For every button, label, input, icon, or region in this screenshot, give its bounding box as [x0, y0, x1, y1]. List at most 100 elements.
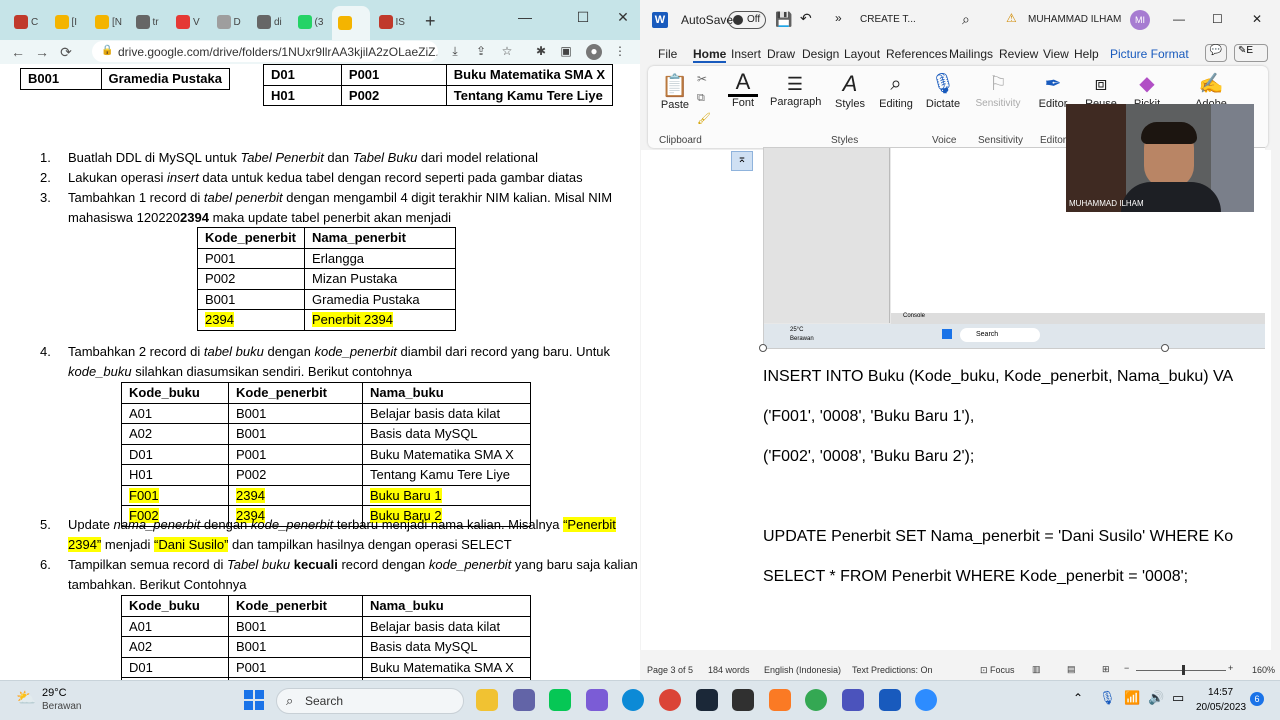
steam-icon[interactable] [695, 689, 718, 711]
start-icon[interactable] [244, 690, 264, 710]
tray-chevron-icon[interactable]: ⌃ [1073, 691, 1083, 705]
focus-label[interactable]: Focus [990, 665, 1015, 675]
minimize-button[interactable]: — [510, 6, 540, 28]
user-name[interactable]: MUHAMMAD ILHAM [1028, 14, 1121, 25]
menu-kebab-icon[interactable]: ⋮ [612, 44, 628, 60]
menu-layout[interactable]: Layout [844, 47, 880, 61]
editor-button[interactable]: ✒ Editor [1036, 70, 1070, 110]
forward-icon[interactable]: → [30, 44, 54, 60]
paragraph-button[interactable]: ☰ Paragraph [770, 72, 821, 108]
menu-picture-format[interactable]: Picture Format [1110, 47, 1189, 61]
new-tab-button[interactable]: + [425, 11, 436, 32]
browser-tab[interactable]: D [211, 8, 249, 36]
chrome-icon[interactable] [659, 689, 681, 711]
dictate-button[interactable]: 🎙 Dictate [925, 70, 961, 110]
close-window-button[interactable]: ✕ [608, 6, 638, 28]
reload-icon[interactable]: ⟳ [54, 44, 78, 61]
layout-options-icon[interactable]: ⌅ [731, 151, 753, 171]
paste-button[interactable]: 📋 Paste [660, 73, 690, 111]
language-indicator[interactable]: English (Indonesia) [764, 665, 841, 675]
print-layout-icon[interactable]: ▤ [1067, 664, 1076, 675]
zoom-out-icon[interactable]: − [1124, 663, 1129, 673]
sidepanel-icon[interactable]: ▣ [558, 44, 574, 60]
copy-icon[interactable]: ⧉ [697, 92, 705, 105]
menu-mailings[interactable]: Mailings [949, 47, 993, 61]
battery-icon[interactable]: ▭ [1172, 690, 1184, 706]
taskbar-search[interactable]: ⌕ Search [276, 688, 464, 714]
browser-tab[interactable]: tr [130, 8, 168, 36]
clock-date[interactable]: 20/05/2023 [1196, 702, 1246, 713]
zoom-level[interactable]: 160% [1252, 665, 1275, 675]
file-explorer-icon[interactable] [476, 689, 498, 711]
browser-tab[interactable] [332, 6, 370, 40]
more-commands-icon[interactable]: » [835, 11, 842, 25]
font-button[interactable]: A Font [728, 70, 758, 109]
menu-review[interactable]: Review [999, 47, 1038, 61]
extensions-icon[interactable]: ✱ [533, 44, 549, 60]
resize-handle[interactable] [1161, 344, 1169, 352]
web-layout-icon[interactable]: ⊞ [1102, 664, 1110, 675]
sensitivity-button[interactable]: ⚐ Sensitivity [974, 70, 1022, 109]
word-icon[interactable] [878, 689, 901, 711]
browser-tab[interactable]: V [170, 8, 208, 36]
mic-icon[interactable]: 🎙 [1099, 690, 1116, 706]
format-painter-icon[interactable]: 🖌 [697, 112, 711, 125]
menu-file[interactable]: File [658, 47, 677, 61]
focus-icon[interactable]: ⊡ [980, 665, 988, 676]
word-close-button[interactable]: ✕ [1252, 12, 1262, 26]
obs-icon[interactable] [732, 689, 755, 711]
menu-draw[interactable]: Draw [767, 47, 795, 61]
resize-handle[interactable] [759, 344, 767, 352]
back-icon[interactable]: ← [6, 44, 30, 60]
document-title[interactable]: CREATE T... [860, 14, 916, 25]
teams-icon[interactable] [842, 689, 864, 711]
bookmark-star-icon[interactable]: ☆ [499, 44, 515, 60]
editing-button[interactable]: ⌕ Editing [878, 70, 914, 110]
word-count[interactable]: 184 words [708, 665, 750, 675]
zoom-slider[interactable] [1136, 670, 1226, 671]
maximize-button[interactable]: ☐ [568, 6, 598, 28]
word-minimize-button[interactable]: — [1173, 12, 1185, 26]
word-maximize-button[interactable]: ☐ [1212, 12, 1223, 26]
share-icon[interactable]: ⇪ [473, 44, 489, 60]
wifi-icon[interactable]: 📶 [1124, 690, 1140, 706]
menu-design[interactable]: Design [802, 47, 839, 61]
menu-home[interactable]: Home [693, 47, 727, 63]
taskbar-weather[interactable]: Berawan [42, 701, 81, 712]
browser-tab[interactable]: di [251, 8, 289, 36]
browser-tab[interactable]: (3 [292, 8, 330, 36]
styles-button[interactable]: A Styles [833, 70, 867, 110]
search-icon[interactable]: ⌕ [962, 11, 970, 28]
download-icon[interactable]: ⤓ [447, 44, 463, 60]
volume-icon[interactable]: 🔊 [1148, 690, 1164, 706]
notification-badge[interactable]: 6 [1250, 692, 1264, 706]
menu-help[interactable]: Help [1074, 47, 1099, 61]
xampp-icon[interactable] [768, 689, 791, 711]
browser-tab[interactable]: C [8, 8, 46, 36]
weather-icon[interactable]: ⛅ [16, 688, 36, 708]
menu-view[interactable]: View [1043, 47, 1069, 61]
zoom-in-icon[interactable]: + [1228, 663, 1233, 673]
browser-tab[interactable]: [I [49, 8, 87, 36]
comments-icon[interactable]: 💬 [1205, 44, 1227, 62]
browser-tab[interactable]: [N [89, 8, 127, 36]
text-predictions[interactable]: Text Predictions: On [852, 665, 933, 675]
browser-tab[interactable]: IS [373, 8, 411, 36]
menu-insert[interactable]: Insert [731, 47, 761, 61]
cut-icon[interactable]: ✂ [697, 72, 707, 86]
zoom-slider-thumb[interactable] [1182, 665, 1185, 675]
line-icon[interactable] [549, 689, 572, 711]
copilot-icon[interactable] [585, 689, 608, 711]
menu-references[interactable]: References [886, 47, 947, 61]
teams-chat-icon[interactable] [512, 689, 535, 711]
read-mode-icon[interactable]: ▥ [1032, 664, 1041, 675]
editing-mode-icon[interactable]: ✎E [1234, 44, 1268, 62]
save-icon[interactable]: 💾 [775, 11, 792, 28]
user-avatar[interactable]: MI [1130, 10, 1150, 30]
taskbar-temp[interactable]: 29°C [42, 687, 67, 699]
profile-avatar[interactable]: ● [586, 44, 602, 60]
autosave-toggle[interactable]: Off [728, 11, 766, 29]
clock-time[interactable]: 14:57 [1208, 687, 1233, 698]
undo-icon[interactable]: ↶ [800, 10, 812, 27]
url-bar[interactable]: 🔒 drive.google.com/drive/folders/1NUxr9l… [92, 41, 438, 62]
